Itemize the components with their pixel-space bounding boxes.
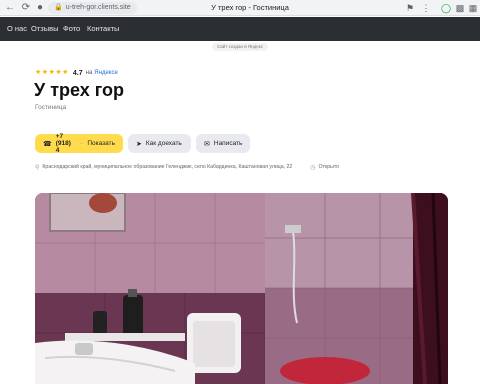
nav-link-contacts[interactable]: Контакты <box>87 17 119 41</box>
reload-icon[interactable]: ⟳ <box>20 2 32 14</box>
made-by-badge[interactable]: Сайт создан в Яндекс <box>212 43 268 51</box>
bookmark-icon[interactable]: ⚑ <box>404 2 416 14</box>
shield-icon[interactable]: ◯ <box>440 2 452 14</box>
route-label: Как доехать <box>145 140 182 147</box>
hotel-photo[interactable] <box>35 193 448 384</box>
open-status[interactable]: Открыто <box>319 164 340 170</box>
show-phone-button[interactable]: ☎ +7 (918) 4 ·· Показать <box>35 133 123 154</box>
star-icon: ★ <box>41 69 49 76</box>
translate-icon[interactable]: ▦ <box>467 2 479 14</box>
clock-icon: ◷ <box>310 164 316 171</box>
rating-value: 4.7 <box>72 69 83 77</box>
star-icon: ★ <box>35 69 42 76</box>
page-tab-title: У трех гор - Гостиница <box>211 3 289 12</box>
show-phone-label: Показать <box>87 140 115 147</box>
nav-link-reviews[interactable]: Отзывы <box>31 17 58 41</box>
phone-number: +7 (918) 4 <box>55 133 71 154</box>
phone-icon: ☎ <box>43 140 52 148</box>
browser-toolbar: ← ⟳ ● 🔒 u-treh-gor.clients.site У трех го… <box>0 0 480 16</box>
phone-hidden-digits: ·· <box>79 140 84 147</box>
write-label: Написать <box>213 140 243 147</box>
star-icon: ★ <box>62 69 69 76</box>
address-line: ⚲ Краснодарский край, муниципальное обра… <box>35 163 339 171</box>
nav-link-photos[interactable]: Фото <box>63 17 80 41</box>
site-info-icon[interactable]: ● <box>34 2 46 14</box>
address-bar[interactable]: 🔒 u-treh-gor.clients.site <box>48 2 137 14</box>
star-icon: ★ <box>55 69 62 76</box>
route-button[interactable]: ➤ Как доехать <box>128 134 191 153</box>
rating-stars: ★ ★ ★ ★ ★ <box>35 68 69 78</box>
rating: ★ ★ ★ ★ ★ 4.7 на Яндексе <box>35 68 118 78</box>
address-text[interactable]: Краснодарский край, муниципальное образо… <box>42 164 292 170</box>
lock-icon: 🔒 <box>54 4 63 11</box>
menu-dots-icon[interactable]: ⋮ <box>420 2 432 14</box>
extensions-icon[interactable]: ▩ <box>454 2 466 14</box>
back-icon[interactable]: ← <box>4 2 16 14</box>
route-icon: ➤ <box>136 140 142 148</box>
bathroom-photo-illustration <box>35 193 448 384</box>
rating-on-text: на <box>85 70 93 76</box>
write-button[interactable]: ✉ Написать <box>196 134 250 153</box>
site-navigation: О нас Отзывы Фото Контакты <box>0 17 480 41</box>
page-title: У трех гор <box>34 80 125 100</box>
mail-icon: ✉ <box>204 140 210 148</box>
rating-source-link[interactable]: Яндексе <box>94 70 118 76</box>
star-icon: ★ <box>48 69 55 76</box>
business-category: Гостиница <box>35 104 67 111</box>
nav-link-about[interactable]: О нас <box>7 17 27 41</box>
url-text: u-treh-gor.clients.site <box>65 4 131 11</box>
location-pin-icon: ⚲ <box>35 164 40 171</box>
